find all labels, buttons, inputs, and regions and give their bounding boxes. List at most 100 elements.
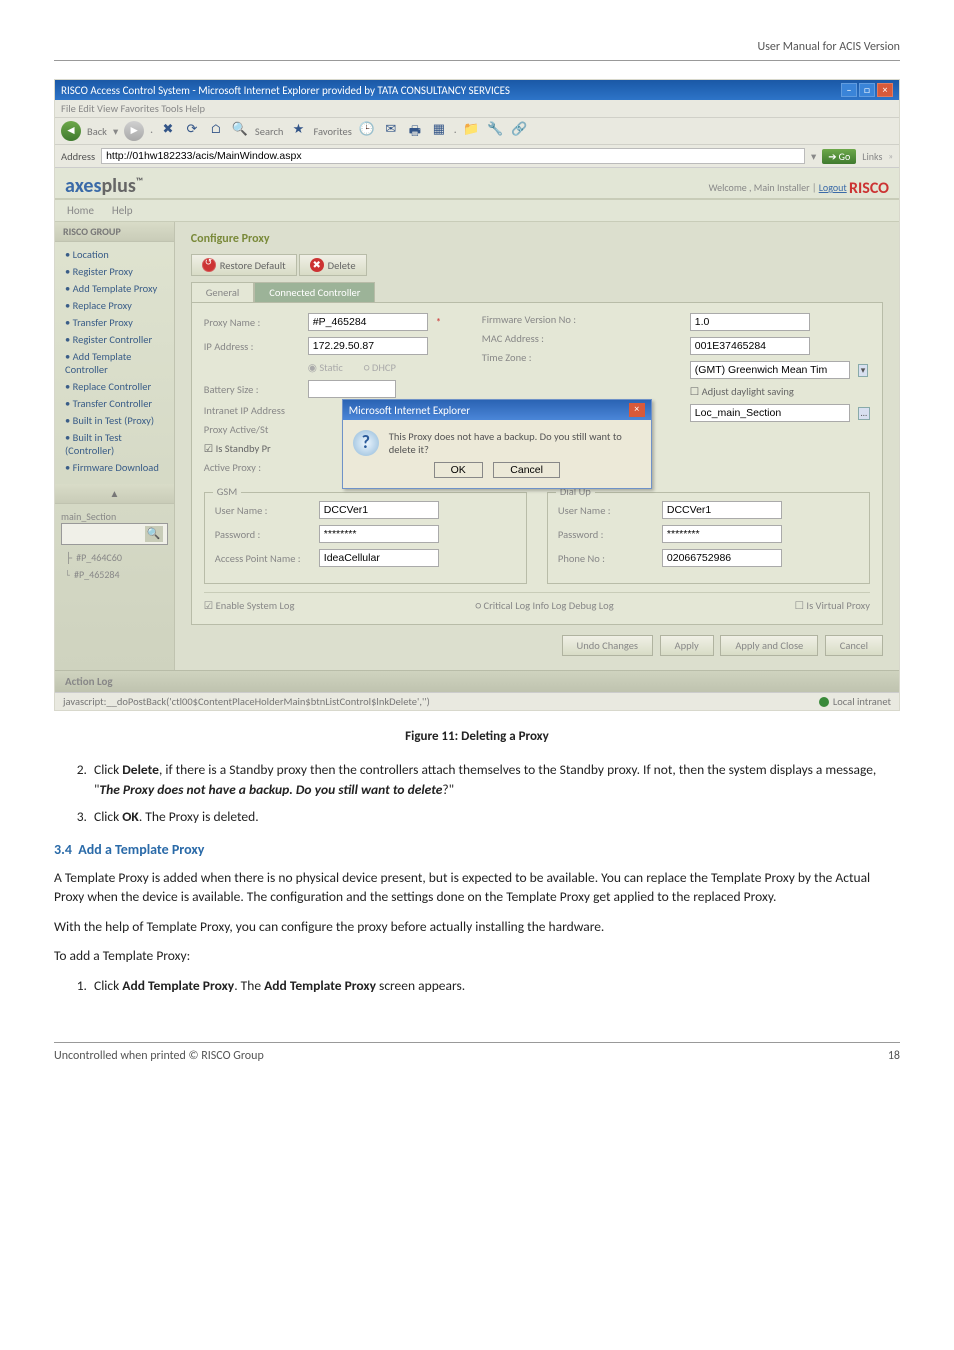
delete-button[interactable]: ✖Delete (299, 254, 367, 276)
home-icon[interactable]: ⌂ (207, 122, 225, 140)
search-icon[interactable]: 🔍 (145, 526, 163, 542)
mac-input[interactable] (690, 337, 810, 355)
status-zone: Local intranet (819, 695, 891, 708)
restore-default-button[interactable]: Restore Default (191, 254, 297, 276)
print-icon[interactable]: 🖶 (406, 122, 424, 140)
steps-list-2: Click Add Template Proxy. The Add Templa… (54, 976, 900, 996)
sidebar-item-location[interactable]: • Location (55, 246, 174, 263)
search-icon[interactable]: 🔍 (231, 122, 249, 140)
sidebar-item-register-controller[interactable]: • Register Controller (55, 331, 174, 348)
folder-icon[interactable]: 📁 (463, 122, 481, 140)
sidebar-item-add-template-controller[interactable]: • Add Template Controller (55, 348, 174, 378)
tab-general[interactable]: General (191, 282, 254, 302)
dialog-cancel-button[interactable]: Cancel (493, 462, 560, 478)
para-1: A Template Proxy is added when there is … (54, 868, 900, 907)
logout-link[interactable]: Logout (819, 181, 847, 194)
dialog-close-icon[interactable]: × (629, 403, 645, 417)
address-input[interactable] (101, 148, 805, 164)
apply-close-button[interactable]: Apply and Close (720, 635, 818, 656)
go-button[interactable]: ➔ Go (822, 149, 856, 164)
sidebar-item-replace-proxy[interactable]: • Replace Proxy (55, 297, 174, 314)
sidebar-item-replace-controller[interactable]: • Replace Controller (55, 378, 174, 395)
intranet-icon (819, 697, 829, 707)
cancel-button[interactable]: Cancel (825, 635, 883, 656)
window-titlebar: RISCO Access Control System - Microsoft … (55, 80, 899, 100)
question-icon: ? (353, 430, 379, 456)
gsm-pwd-input[interactable] (319, 525, 439, 543)
sidebar-item-firmware[interactable]: • Firmware Download (55, 459, 174, 476)
tree-node-2[interactable]: └ #P_465284 (61, 566, 168, 583)
fw-input[interactable] (690, 313, 810, 331)
dialup-pwd-input[interactable] (662, 525, 782, 543)
refresh-icon[interactable]: ⟳ (183, 122, 201, 140)
battery-input[interactable] (308, 380, 396, 398)
ip-label: IP Address : (204, 340, 300, 353)
tool-icon[interactable]: 🔧 (487, 122, 505, 140)
sidebar-item-transfer-proxy[interactable]: • Transfer Proxy (55, 314, 174, 331)
sidebar-list: • Location • Register Proxy • Add Templa… (55, 242, 174, 484)
search-label: Search (255, 125, 284, 138)
apply-button[interactable]: Apply (660, 635, 714, 656)
tree-node-1[interactable]: ├ #P_464C60 (61, 549, 168, 566)
window-controls: – □ × (841, 83, 893, 97)
ip-input[interactable] (308, 337, 428, 355)
history-icon[interactable]: 🕒 (358, 122, 376, 140)
edit-icon[interactable]: ▦ (430, 122, 448, 140)
brand-bar: axesplus™ Welcome , Main Installer | Log… (55, 168, 899, 200)
dialup-user-input[interactable] (662, 501, 782, 519)
back-icon[interactable]: ◄ (61, 121, 81, 141)
sidebar-item-add-template-proxy[interactable]: • Add Template Proxy (55, 280, 174, 297)
log-options[interactable]: ○ Critical Log Info Log Debug Log (475, 599, 613, 612)
status-bar: javascript:__doPostBack('ctl00$ContentPl… (55, 692, 899, 710)
location-input[interactable] (690, 404, 850, 422)
forward-icon: ► (124, 121, 144, 141)
tz-label: Time Zone : (482, 351, 608, 364)
status-left: javascript:__doPostBack('ctl00$ContentPl… (63, 695, 430, 708)
sidebar-item-transfer-controller[interactable]: • Transfer Controller (55, 395, 174, 412)
minimize-icon[interactable]: – (841, 83, 857, 97)
proxy-active-label: Proxy Active/St (204, 423, 269, 436)
dialup-phone-input[interactable] (662, 549, 782, 567)
address-label: Address (61, 150, 95, 163)
dialog-ok-button[interactable]: OK (434, 462, 483, 478)
static-radio[interactable]: ◉ Static (308, 361, 343, 374)
mail-icon[interactable]: ✉ (382, 122, 400, 140)
browser-menu[interactable]: File Edit View Favorites Tools Help (55, 100, 899, 118)
section-heading: 3.4 Add a Template Proxy (54, 841, 900, 858)
favorites-icon[interactable]: ★ (289, 122, 307, 140)
action-log-bar[interactable]: Action Log (55, 670, 899, 692)
screenshot-container: RISCO Access Control System - Microsoft … (54, 79, 900, 711)
steps-list-1: Click Delete, if there is a Standby prox… (54, 760, 900, 827)
tree-search[interactable]: 🔍 (61, 523, 168, 545)
gsm-apn-input[interactable] (319, 549, 439, 567)
gsm-user-input[interactable] (319, 501, 439, 519)
dhcp-radio[interactable]: ○ DHCP (364, 361, 396, 374)
page-footer: Uncontrolled when printed © RISCO Group … (54, 1042, 900, 1063)
location-browse-button[interactable]: … (858, 407, 870, 420)
tab-help[interactable]: Help (110, 200, 135, 221)
sidebar-item-register-proxy[interactable]: • Register Proxy (55, 263, 174, 280)
close-icon[interactable]: × (877, 83, 893, 97)
enable-system-log-checkbox[interactable]: ☑ Enable System Log (204, 599, 295, 612)
page-header-label: User Manual for ACIS Version (54, 40, 900, 54)
stop-icon[interactable]: ✖ (159, 122, 177, 140)
sidebar-item-bit-controller[interactable]: • Built in Test (Controller) (55, 429, 174, 459)
step-3: Click OK. The Proxy is deleted. (90, 807, 900, 827)
tab-connected-controller[interactable]: Connected Controller (254, 282, 375, 302)
dialup-fieldset: Dial Up User Name : Password : Phone No … (547, 492, 870, 584)
sidebar-item-bit-proxy[interactable]: • Built in Test (Proxy) (55, 412, 174, 429)
tab-home[interactable]: Home (65, 200, 96, 221)
undo-changes-button[interactable]: Undo Changes (562, 635, 654, 656)
chevron-down-icon[interactable]: ▾ (858, 364, 869, 377)
is-virtual-proxy-checkbox[interactable]: ☐ Is Virtual Proxy (795, 599, 870, 612)
back-label: Back (87, 125, 107, 138)
maximize-icon[interactable]: □ (859, 83, 875, 97)
links-label[interactable]: Links (862, 150, 882, 163)
para-2: With the help of Template Proxy, you can… (54, 917, 900, 937)
link-icon[interactable]: 🔗 (511, 122, 529, 140)
proxy-name-input[interactable] (308, 313, 428, 331)
is-standby-checkbox[interactable]: ☑ Is Standby Pr (204, 442, 271, 455)
confirm-dialog: Microsoft Internet Explorer× ? This Prox… (342, 399, 652, 489)
tz-select[interactable] (690, 361, 850, 379)
adjust-daylight-checkbox[interactable]: ☐ Adjust daylight saving (690, 385, 794, 398)
